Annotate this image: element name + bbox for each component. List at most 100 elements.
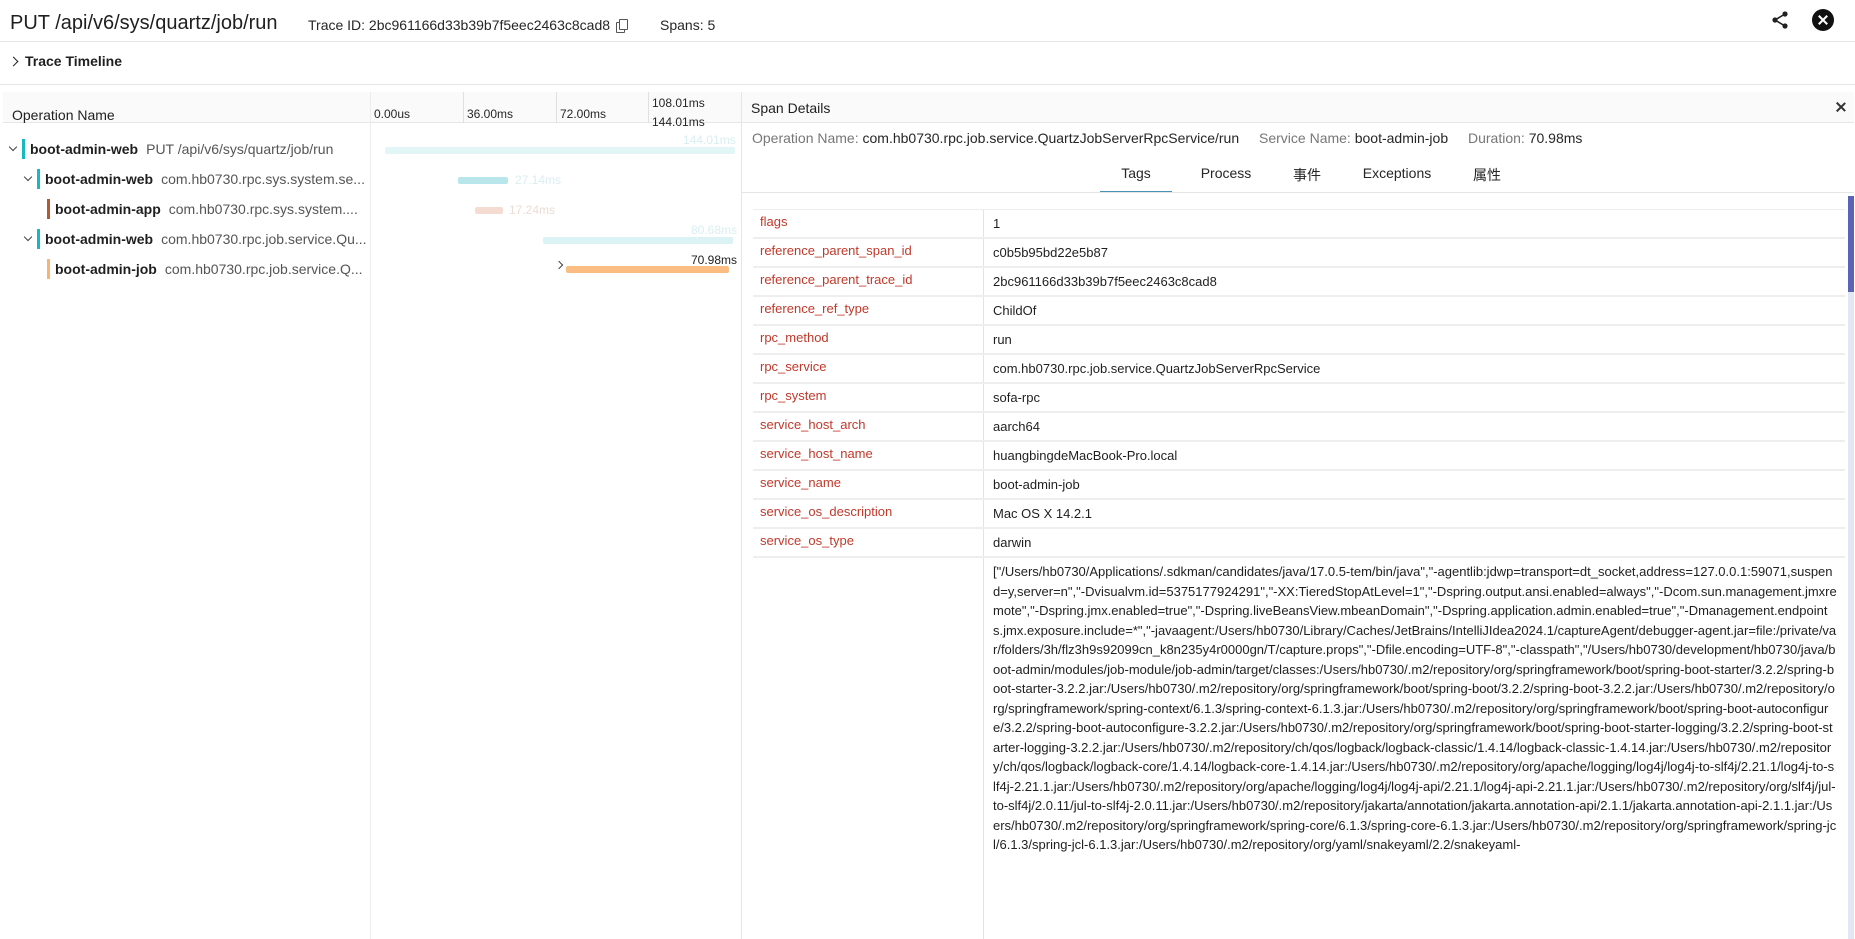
tick-line [463,92,464,123]
tabs-divider [742,192,1854,193]
tag-key: flags [753,210,984,237]
span-duration-label: 80.68ms [691,223,738,237]
divider [0,84,1855,85]
trace-tree-panel: Operation Name 0.00us 36.00ms 72.00ms 10… [3,92,741,939]
tick-label: 36.00ms [467,107,514,121]
span-name-cell[interactable]: boot-admin-app com.hb0730.rpc.sys.system… [47,194,368,224]
operation-name-header: Operation Name [12,107,115,123]
tag-value: huangbingdeMacBook-Pro.local [993,448,1178,463]
tab-process[interactable]: Process [1181,165,1271,193]
tag-value: boot-admin-job [993,477,1080,492]
tag-row: service_host_arch aarch64 [753,412,1845,441]
tag-row: reference_parent_span_id c0b5b95bd22e5b87 [753,238,1845,267]
span-row[interactable]: boot-admin-app com.hb0730.rpc.sys.system… [3,194,741,224]
trace-id: Trace ID: 2bc961166d33b39b7f5eec2463c8ca… [308,17,629,33]
page-title: PUT /api/v6/sys/quartz/job/run [10,12,278,34]
service-name: boot-admin-job [55,261,157,277]
trace-timeline-label: Trace Timeline [25,53,123,69]
service-name: boot-admin-web [45,171,154,187]
chevron-down-icon[interactable] [8,142,18,152]
span-count: Spans: 5 [660,17,716,33]
tag-row: reference_parent_trace_id 2bc961166d33b39… [753,267,1845,296]
close-trace-icon[interactable] [1812,9,1834,31]
span-name-cell[interactable]: boot-admin-job com.hb0730.rpc.job.servic… [47,254,368,284]
span-row[interactable]: boot-admin-web com.hb0730.rpc.sys.system… [3,164,741,194]
chevron-down-icon[interactable] [23,172,33,182]
tag-value: ["/Users/hb0730/Applications/.sdkman/can… [993,564,1837,852]
tag-value: com.hb0730.rpc.job.service.QuartzJobServ… [993,361,1321,376]
tab-exceptions[interactable]: Exceptions [1342,165,1452,193]
span-name-cell[interactable]: boot-admin-web com.hb0730.rpc.job.servic… [23,224,368,254]
tag-value: 1 [993,216,1001,231]
tab-tags[interactable]: Tags [1100,165,1172,193]
span-details-header: Span Details [742,92,1854,123]
trace-timeline-toggle[interactable]: Trace Timeline [8,53,123,69]
tag-key: service_os_description [753,500,984,527]
tick-label: 144.01ms [652,115,705,129]
tick-label: 108.01ms [652,96,705,110]
tag-row: ["/Users/hb0730/Applications/.sdkman/can… [753,557,1845,939]
chevron-down-icon[interactable] [23,232,33,242]
tag-key: reference_ref_type [753,297,984,324]
span-bar[interactable] [543,237,733,244]
tag-value: sofa-rpc [993,390,1040,405]
duration-label: Duration: [1468,130,1525,146]
span-duration-label: 17.24ms [509,203,556,217]
scrollbar-thumb[interactable] [1848,196,1854,292]
span-name-cell[interactable]: boot-admin-web PUT /api/v6/sys/quartz/jo… [8,134,368,164]
service-color-bar [22,139,25,159]
tag-value: darwin [993,535,1032,550]
span-bar[interactable] [475,207,503,214]
span-bar[interactable] [566,266,729,273]
tag-key: rpc_system [753,384,984,411]
span-duration-label: 70.98ms [691,253,738,267]
service-name: boot-admin-web [45,231,154,247]
span-meta: Operation Name: com.hb0730.rpc.job.servi… [752,130,1598,146]
tag-key: rpc_service [753,355,984,382]
share-icon[interactable] [1769,9,1791,31]
span-duration-label: 144.01ms [683,133,736,147]
span-details-panel: Span Details Operation Name: com.hb0730.… [741,92,1855,939]
tag-value: 2bc961166d33b39b7f5eec2463c8cad8 [993,274,1217,289]
tag-row: reference_ref_type ChildOf [753,296,1845,325]
tag-row: rpc_method run [753,325,1845,354]
span-bar[interactable] [385,147,735,154]
tab-attributes[interactable]: 属性 [1457,165,1517,193]
tag-row: service_host_name huangbingdeMacBook-Pro.… [753,441,1845,470]
tag-key: service_name [753,471,984,498]
trace-id-text: Trace ID: 2bc961166d33b39b7f5eec2463c8ca… [308,17,611,33]
scrollbar[interactable] [1848,196,1854,939]
tick-line [648,92,649,123]
tag-key: reference_parent_span_id [753,239,984,266]
span-row[interactable]: boot-admin-web PUT /api/v6/sys/quartz/jo… [3,133,741,164]
service-value: boot-admin-job [1354,130,1449,146]
tag-row: rpc_system sofa-rpc [753,383,1845,412]
timeline-header: Operation Name 0.00us 36.00ms 72.00ms 10… [3,92,741,129]
tag-key: service_host_name [753,442,984,469]
tag-value: Mac OS X 14.2.1 [993,506,1092,521]
chevron-right-icon [554,260,564,270]
tag-key: service_host_arch [753,413,984,440]
span-name-cell[interactable]: boot-admin-web com.hb0730.rpc.sys.system… [23,164,368,194]
tag-key: reference_parent_trace_id [753,268,984,295]
span-duration-label: 27.14ms [515,173,562,187]
span-bar[interactable] [458,177,508,184]
span-row[interactable]: boot-admin-web com.hb0730.rpc.job.servic… [3,223,741,254]
close-icon[interactable] [1834,100,1848,114]
operation-name: com.hb0730.rpc.sys.system.... [168,201,358,217]
service-name: boot-admin-web [30,141,139,157]
tag-key [753,558,984,939]
operation-value: com.hb0730.rpc.job.service.QuartzJobServ… [862,130,1240,146]
span-details-title: Span Details [751,100,831,116]
operation-name: com.hb0730.rpc.sys.system.se... [161,171,365,187]
chevron-right-icon [8,56,19,66]
tag-row: service_name boot-admin-job [753,470,1845,499]
service-label: Service Name: [1259,130,1351,146]
tag-row: service_os_description Mac OS X 14.2.1 [753,499,1845,528]
service-color-bar [47,199,50,219]
duration-value: 70.98ms [1528,130,1583,146]
span-row[interactable]: boot-admin-job com.hb0730.rpc.job.servic… [3,253,741,284]
tab-events[interactable]: 事件 [1277,165,1337,193]
copy-icon[interactable] [616,19,629,33]
tag-value: run [993,332,1012,347]
